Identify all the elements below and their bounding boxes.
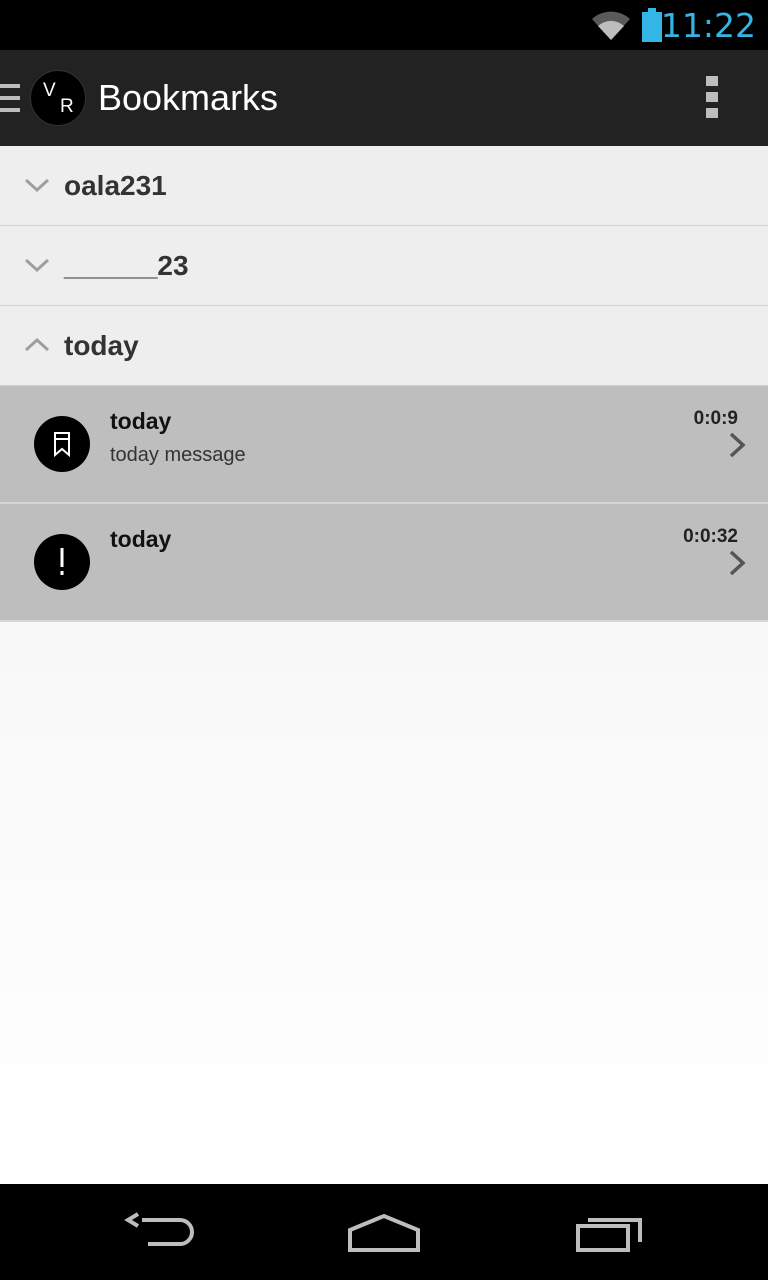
chevron-right-icon (729, 432, 746, 458)
item-avatar (34, 416, 90, 472)
chevron-up-icon (24, 337, 50, 352)
status-bar: 11:22 (0, 0, 768, 50)
group-header-today[interactable]: today (0, 306, 768, 386)
action-bar: V R Bookmarks (0, 50, 768, 146)
list-item[interactable]: today today message 0:0:9 (0, 386, 768, 504)
overflow-menu-icon[interactable] (704, 76, 720, 120)
group-label: oala231 (64, 170, 167, 201)
back-icon[interactable] (124, 1210, 196, 1254)
list-item[interactable]: today 0:0:32 (0, 504, 768, 622)
home-icon[interactable] (346, 1210, 422, 1254)
clock: 11:22 (660, 6, 756, 45)
item-duration: 0:0:9 (693, 408, 738, 429)
group-header-oala231[interactable]: oala231 (0, 146, 768, 226)
page-title: Bookmarks (98, 77, 279, 118)
chevron-down-icon (24, 258, 50, 273)
item-subtitle: today message (110, 444, 246, 466)
bookmark-icon (54, 432, 70, 458)
group-label: ______23 (64, 250, 189, 281)
item-title: today (110, 408, 172, 434)
wifi-icon (592, 11, 630, 40)
item-avatar (34, 534, 90, 590)
item-duration: 0:0:32 (683, 526, 738, 547)
app-logo[interactable]: V R (30, 70, 86, 126)
chevron-right-icon (729, 550, 746, 576)
logo-letter-r: R (60, 96, 74, 117)
navigation-bar (0, 1184, 768, 1280)
logo-letter-v: V (43, 80, 56, 101)
bookmark-list: oala231 ______23 today today today messa… (0, 146, 768, 1184)
group-label: today (64, 330, 139, 361)
exclamation-icon (60, 548, 64, 575)
item-title: today (110, 526, 172, 552)
chevron-down-icon (24, 178, 50, 193)
drawer-icon[interactable] (0, 84, 20, 114)
group-header-23[interactable]: ______23 (0, 226, 768, 306)
recent-apps-icon[interactable] (574, 1210, 646, 1254)
